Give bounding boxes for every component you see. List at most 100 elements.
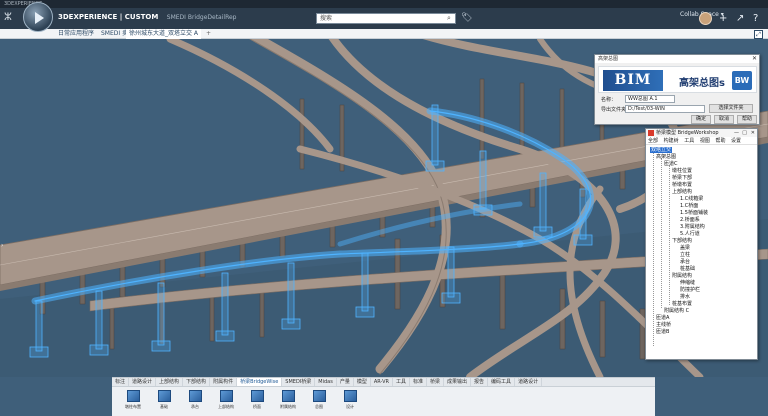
tree-node[interactable]: 盖梁 xyxy=(680,245,690,251)
chevron-right-icon[interactable]: › xyxy=(1,242,3,249)
action-tab[interactable]: Midas xyxy=(315,378,337,386)
tree-node[interactable]: 下部结构 xyxy=(672,238,692,244)
close-icon[interactable]: ✕ xyxy=(752,55,757,63)
action-tab[interactable]: 附属构件 xyxy=(210,378,238,386)
tree-node[interactable]: 2.桥面系 xyxy=(680,217,700,223)
menu-item[interactable]: 全部 xyxy=(648,138,658,144)
share-icon[interactable]: ↗ xyxy=(736,13,744,24)
tab-daily-apps[interactable]: 日常应用程序 xyxy=(58,29,94,39)
action-tab[interactable]: 上部结构 xyxy=(156,378,184,386)
menu-item[interactable]: 视图 xyxy=(700,138,710,144)
action-bar: 标注 道路设计 上部结构 下部结构 附属构件 桥梁BridgeWise SMEDI桥梁 Mid… xyxy=(112,377,655,416)
tree-node[interactable]: 排水 xyxy=(680,294,690,300)
action-tab[interactable]: AR-VR xyxy=(371,378,393,386)
tree-node[interactable]: 主线桥 xyxy=(656,322,671,328)
tree-node[interactable]: 高架总图 xyxy=(656,154,676,160)
menu-item[interactable]: 设置 xyxy=(731,138,741,144)
tree-node[interactable]: 匝道C xyxy=(664,161,678,167)
minimize-icon[interactable]: — xyxy=(734,129,739,137)
action-tab[interactable]: 产量 xyxy=(337,378,354,386)
tool-button[interactable]: 基础 xyxy=(151,390,177,410)
tool-icon xyxy=(312,390,326,402)
tree-node[interactable]: 承台 xyxy=(680,259,690,265)
action-tab[interactable]: 桥梁 xyxy=(427,378,445,386)
tool-icon xyxy=(250,390,264,402)
search-icon[interactable]: ⌕ xyxy=(444,14,454,23)
tree-node[interactable]: 1.5桥面铺装 xyxy=(680,210,708,216)
tool-button[interactable]: 桥面 xyxy=(244,390,270,410)
tool-button[interactable]: 附属结构 xyxy=(275,390,301,410)
tree-menu-bar: 全部 构建树 工具 视图 帮助 设置 xyxy=(646,137,757,145)
action-tab[interactable]: 下部结构 xyxy=(183,378,211,386)
tree-node[interactable]: 3.附属结构 xyxy=(680,224,705,230)
tree-node[interactable]: 5.人行道 xyxy=(680,231,700,237)
action-tab[interactable]: 标准 xyxy=(410,378,427,386)
close-icon[interactable]: ✕ xyxy=(751,129,755,137)
tree-node[interactable]: 桥梁下部 xyxy=(672,175,692,181)
tab-smedi[interactable]: SMEDI 卖 xyxy=(101,29,128,39)
banner-title: 高架总图s xyxy=(679,78,725,89)
ds-logo-icon[interactable]: ⵣ xyxy=(4,12,12,23)
search-input[interactable]: 搜索 xyxy=(316,13,456,24)
tree-node-root[interactable]: 双塔立交 xyxy=(650,147,673,153)
add-icon[interactable]: + xyxy=(719,13,727,24)
browse-folder-button[interactable]: 选择文件夹 xyxy=(709,104,753,113)
tree-node[interactable]: 伸缩缝 xyxy=(680,280,695,286)
action-tab[interactable]: 报告 xyxy=(471,378,489,386)
help-button[interactable]: 帮助 xyxy=(737,115,757,124)
compass-widget[interactable] xyxy=(23,2,53,32)
tree-node[interactable]: 附属结构 xyxy=(672,273,692,279)
cancel-button[interactable]: 取消 xyxy=(714,115,734,124)
action-tab[interactable]: 成果输出 xyxy=(444,378,472,386)
action-tab[interactable]: 工具 xyxy=(393,378,410,386)
tool-label: 总图 xyxy=(315,404,323,409)
action-tab[interactable]: 桥梁BridgeWise xyxy=(237,378,283,386)
add-tab-icon[interactable]: + xyxy=(206,29,211,39)
tool-button[interactable]: 墩柱布置 xyxy=(120,390,146,410)
tree-node[interactable]: 1.C桥面 xyxy=(680,203,698,209)
maximize-icon[interactable]: □ xyxy=(742,129,747,137)
menu-item[interactable]: 工具 xyxy=(684,138,694,144)
action-tab[interactable]: 模型 xyxy=(354,378,371,386)
menu-item[interactable]: 帮助 xyxy=(715,138,725,144)
tree-node[interactable]: 防撞护栏 xyxy=(680,287,700,293)
tree-node[interactable]: 匝道A xyxy=(656,315,669,321)
action-tab[interactable]: SMEDI桥梁 xyxy=(282,378,316,386)
tool-icon xyxy=(219,390,233,402)
tool-icon xyxy=(343,390,357,402)
tool-label: 基础 xyxy=(160,404,168,409)
tab-bar: 日常应用程序 SMEDI 卖 徐州城东大道_双塔立交 A + xyxy=(0,29,768,40)
tool-label: 墩柱布置 xyxy=(125,404,141,409)
tool-button[interactable]: 总图 xyxy=(306,390,332,410)
help-icon[interactable]: ? xyxy=(753,13,758,24)
tree-node[interactable]: 上部结构 xyxy=(672,189,692,195)
tool-button[interactable]: 设计 xyxy=(337,390,363,410)
tree-node[interactable]: 1.C线箱梁 xyxy=(680,196,703,202)
tree-node[interactable]: 桥墩布置 xyxy=(672,182,692,188)
tool-icon xyxy=(126,390,140,402)
tree-node[interactable]: 匝道B xyxy=(656,329,669,335)
tree-panel: 桥梁模型 BridgeWorkshop — □ ✕ 全部 构建树 工具 视图 帮… xyxy=(645,128,758,360)
action-tab[interactable]: 道路设计 xyxy=(515,378,543,386)
tool-button[interactable]: 上部结构 xyxy=(213,390,239,410)
tool-label: 桥面 xyxy=(253,404,261,409)
action-bar-tools: 墩柱布置 基础 承台 上部结构 桥面 附属结构 总图 设计 xyxy=(112,387,655,416)
tag-icon[interactable]: 🏷 xyxy=(461,13,472,23)
menu-item[interactable]: 构建树 xyxy=(664,138,679,144)
tree-node[interactable]: 桩基布置 xyxy=(672,301,692,307)
path-field[interactable]: D:/Test/03-WIN xyxy=(625,105,705,113)
tool-label: 设计 xyxy=(346,404,354,409)
action-tab[interactable]: 标注 xyxy=(112,378,130,386)
tool-button[interactable]: 承台 xyxy=(182,390,208,410)
tree-node[interactable]: 墩柱位置 xyxy=(672,168,692,174)
avatar[interactable] xyxy=(699,12,712,25)
expand-icon[interactable]: ⤢ xyxy=(754,30,763,39)
action-bar-tabs: 标注 道路设计 上部结构 下部结构 附属构件 桥梁BridgeWise SMEDI桥梁 Mid… xyxy=(112,378,655,387)
action-tab[interactable]: 编码工具 xyxy=(488,378,516,386)
tree-node[interactable]: 桩基础 xyxy=(680,266,695,272)
tree-node[interactable]: 附属结构 C xyxy=(664,308,689,314)
action-tab[interactable]: 道路设计 xyxy=(129,378,157,386)
name-field[interactable]: WW总图 A.1 xyxy=(625,95,675,103)
tree-node[interactable]: 立柱 xyxy=(680,252,690,258)
ok-button[interactable]: 确定 xyxy=(691,115,711,124)
